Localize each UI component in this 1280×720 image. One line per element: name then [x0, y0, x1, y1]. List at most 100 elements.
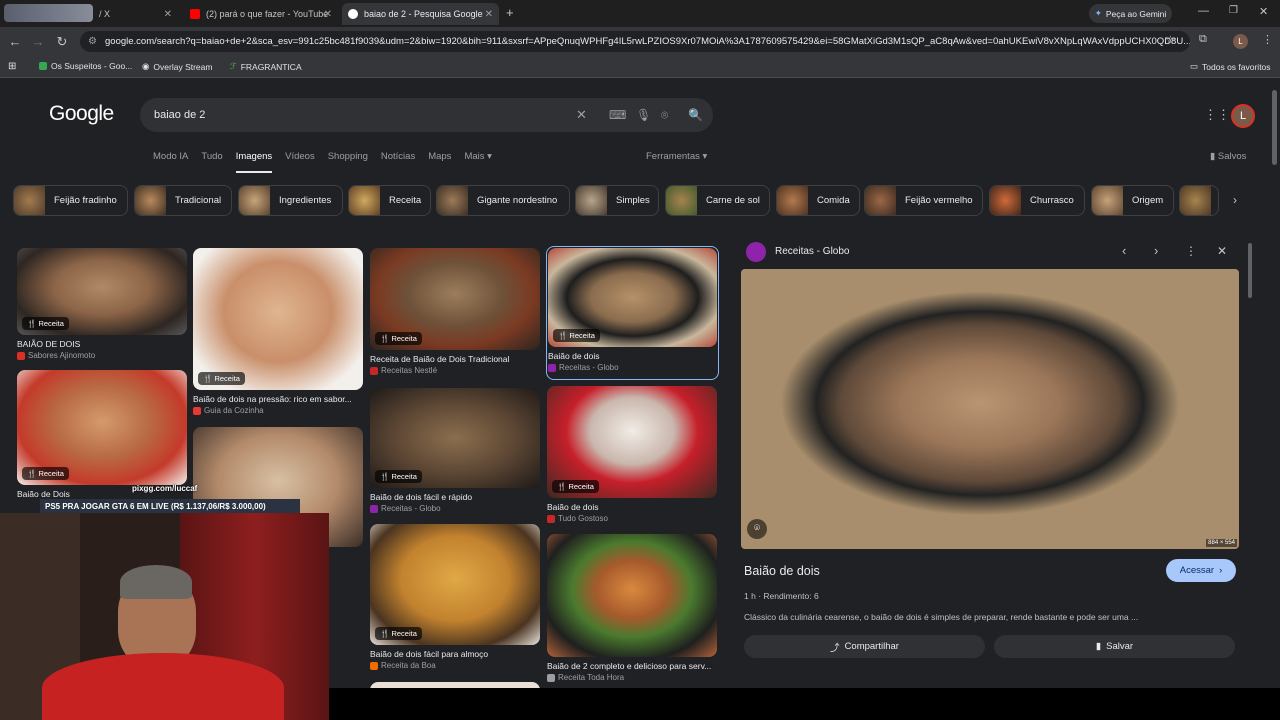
- page-scrollbar[interactable]: [1272, 90, 1277, 165]
- image-result-selected[interactable]: 🍴 Receita Baião de dois Receitas - Globo: [546, 246, 719, 380]
- image-size: 884 × 554: [1206, 539, 1237, 547]
- menu-icon[interactable]: ⋮: [1262, 33, 1273, 46]
- chip-thumb: [239, 186, 270, 215]
- bookmark-item[interactable]: Os Suspeitos - Goo...: [39, 61, 132, 71]
- webcam-feed: [0, 513, 329, 720]
- tab-tudo[interactable]: Tudo: [201, 151, 222, 173]
- chip-thumb: [1092, 186, 1123, 215]
- tab-youtube[interactable]: (2) pará o que fazer - YouTube ✕: [184, 3, 338, 25]
- tab-modo-ia[interactable]: Modo IA: [153, 151, 188, 173]
- chevron-right-icon: ›: [1219, 565, 1223, 576]
- panel-source[interactable]: Receitas - Globo: [775, 246, 849, 257]
- lens-icon[interactable]: ⌾: [661, 98, 668, 132]
- restore-icon[interactable]: ❐: [1229, 5, 1238, 16]
- clear-icon[interactable]: ✕: [576, 98, 587, 132]
- preview-image[interactable]: ⌾ 884 × 554: [741, 269, 1239, 549]
- new-tab-icon[interactable]: +: [506, 5, 514, 20]
- chip[interactable]: M: [1179, 185, 1219, 216]
- gemini-label: Peça ao Gemini: [1105, 8, 1167, 19]
- mic-icon[interactable]: 🎙: [636, 98, 651, 132]
- image-result[interactable]: Baião de 2 completo e delicioso para ser…: [547, 534, 717, 682]
- url-text: google.com/search?q=baiao+de+2&sca_esv=9…: [105, 36, 1190, 47]
- chip[interactable]: Churrasco: [989, 185, 1085, 216]
- close-window-icon[interactable]: ✕: [1259, 5, 1268, 18]
- chip-label: Gigante nordestino: [477, 195, 558, 206]
- bookmark-star-icon[interactable]: ☆: [1165, 33, 1176, 47]
- image-result[interactable]: 🍴 Receita Baião de dois fácil para almoç…: [370, 524, 540, 670]
- chip[interactable]: Tradicional: [134, 185, 232, 216]
- result-image: 🍴 Receita: [17, 370, 187, 485]
- bookmark-item[interactable]: ◉ Overlay Stream: [142, 61, 212, 72]
- bookmark-item[interactable]: ℱ FRAGRANTICA: [230, 61, 302, 72]
- google-icon: [348, 9, 358, 19]
- gemini-icon: ✦: [1094, 8, 1102, 18]
- google-logo[interactable]: Google: [49, 102, 114, 126]
- tab-noticias[interactable]: Notícias: [381, 151, 415, 173]
- chip-label: Ingredientes: [279, 195, 332, 206]
- chip[interactable]: Simples: [575, 185, 659, 216]
- tab-x[interactable]: / X ✕: [93, 3, 178, 25]
- recipe-badge: 🍴 Receita: [22, 467, 69, 480]
- image-result[interactable]: 🍴 Receita Baião de Dois: [17, 370, 187, 499]
- reload-icon[interactable]: ↻: [50, 34, 74, 50]
- image-result[interactable]: 🍴 Receita BAIÃO DE DOIS Sabores Ajinomot…: [17, 248, 187, 360]
- minimize-icon[interactable]: —: [1198, 5, 1209, 17]
- forward-icon[interactable]: →: [26, 34, 50, 49]
- extensions-icon[interactable]: ⧉: [1199, 33, 1207, 46]
- youtube-icon: [190, 9, 200, 19]
- tab-videos[interactable]: Vídeos: [285, 151, 315, 173]
- back-icon[interactable]: ←: [3, 34, 27, 49]
- address-bar: ← → ↻ ⚙ google.com/search?q=baiao+de+2&sc…: [0, 27, 1280, 56]
- image-result[interactable]: 🍴 Receita Baião de dois Tudo Gostoso: [547, 386, 717, 523]
- image-result[interactable]: 🍴 Receita Baião de dois na pressão: rico…: [193, 248, 363, 415]
- result-title: Baião de 2 completo e delicioso para ser…: [547, 661, 712, 671]
- chip-thumb: [349, 186, 380, 215]
- tab-mais[interactable]: Mais ▾: [464, 151, 491, 173]
- chip-label: Tradicional: [175, 195, 222, 206]
- more-icon[interactable]: ⋮: [1185, 244, 1197, 258]
- recipe-badge: 🍴 Receita: [553, 329, 600, 342]
- keyboard-icon[interactable]: ⌨: [609, 98, 626, 132]
- saved-button[interactable]: ▮ Salvos: [1210, 151, 1246, 162]
- result-source: Receita Toda Hora: [547, 673, 717, 682]
- chip[interactable]: Ingredientes: [238, 185, 343, 216]
- folder-icon: ▭: [1190, 61, 1199, 71]
- image-preview-panel: Receitas - Globo ‹ › ⋮ ✕ ⌾ 884 × 554 Bai…: [733, 235, 1255, 673]
- chevron-right-icon[interactable]: ›: [1233, 193, 1237, 207]
- image-result[interactable]: 🍴 Receita Baião de dois fácil e rápido R…: [370, 388, 540, 513]
- close-tab-icon[interactable]: ✕: [164, 9, 172, 20]
- chip[interactable]: Carne de sol: [665, 185, 770, 216]
- visit-button[interactable]: Acessar ›: [1166, 559, 1236, 582]
- search-icon[interactable]: 🔍: [688, 98, 703, 132]
- close-tab-icon[interactable]: ✕: [324, 9, 332, 20]
- google-avatar[interactable]: L: [1231, 104, 1255, 128]
- chip[interactable]: Gigante nordestino: [436, 185, 570, 216]
- bookmark-icon: ▮: [1210, 151, 1216, 162]
- chip[interactable]: Origem: [1091, 185, 1174, 216]
- tab-shopping[interactable]: Shopping: [328, 151, 368, 173]
- close-panel-icon[interactable]: ✕: [1217, 244, 1227, 258]
- gemini-button[interactable]: ✦ Peça ao Gemini: [1089, 4, 1172, 23]
- tab-imagens[interactable]: Imagens: [235, 151, 273, 173]
- tools-button[interactable]: Ferramentas ▾: [646, 151, 707, 162]
- chip[interactable]: Comida: [776, 185, 860, 216]
- close-tab-icon[interactable]: ✕: [485, 9, 493, 20]
- chip[interactable]: Feijão fradinho: [13, 185, 128, 216]
- url-field[interactable]: ⚙ google.com/search?q=baiao+de+2&sca_esv=…: [80, 31, 1190, 52]
- all-favorites[interactable]: ▭ Todos os favoritos: [1190, 61, 1271, 72]
- profile-avatar[interactable]: L: [1233, 34, 1248, 49]
- image-result[interactable]: 🍴 Receita Receita de Baião de Dois Tradi…: [370, 248, 540, 375]
- bookmark-label: Overlay Stream: [153, 61, 213, 72]
- apps-icon[interactable]: ⊞: [8, 61, 16, 72]
- save-button[interactable]: ▮ Salvar: [994, 635, 1235, 658]
- chip[interactable]: Feijão vermelho: [864, 185, 983, 216]
- chip[interactable]: Receita: [348, 185, 431, 216]
- tab-maps[interactable]: Maps: [428, 151, 451, 173]
- prev-icon[interactable]: ‹: [1122, 243, 1126, 258]
- panel-scrollbar[interactable]: [1248, 243, 1252, 298]
- next-icon[interactable]: ›: [1154, 243, 1158, 258]
- share-button[interactable]: ⤴ Compartilhar: [744, 635, 985, 658]
- lens-search-icon[interactable]: ⌾: [747, 519, 767, 539]
- tab-google-search[interactable]: baiao de 2 - Pesquisa Google ✕: [342, 3, 499, 25]
- search-input[interactable]: baiao de 2 ✕ ⌨ 🎙 ⌾ 🔍: [140, 98, 713, 132]
